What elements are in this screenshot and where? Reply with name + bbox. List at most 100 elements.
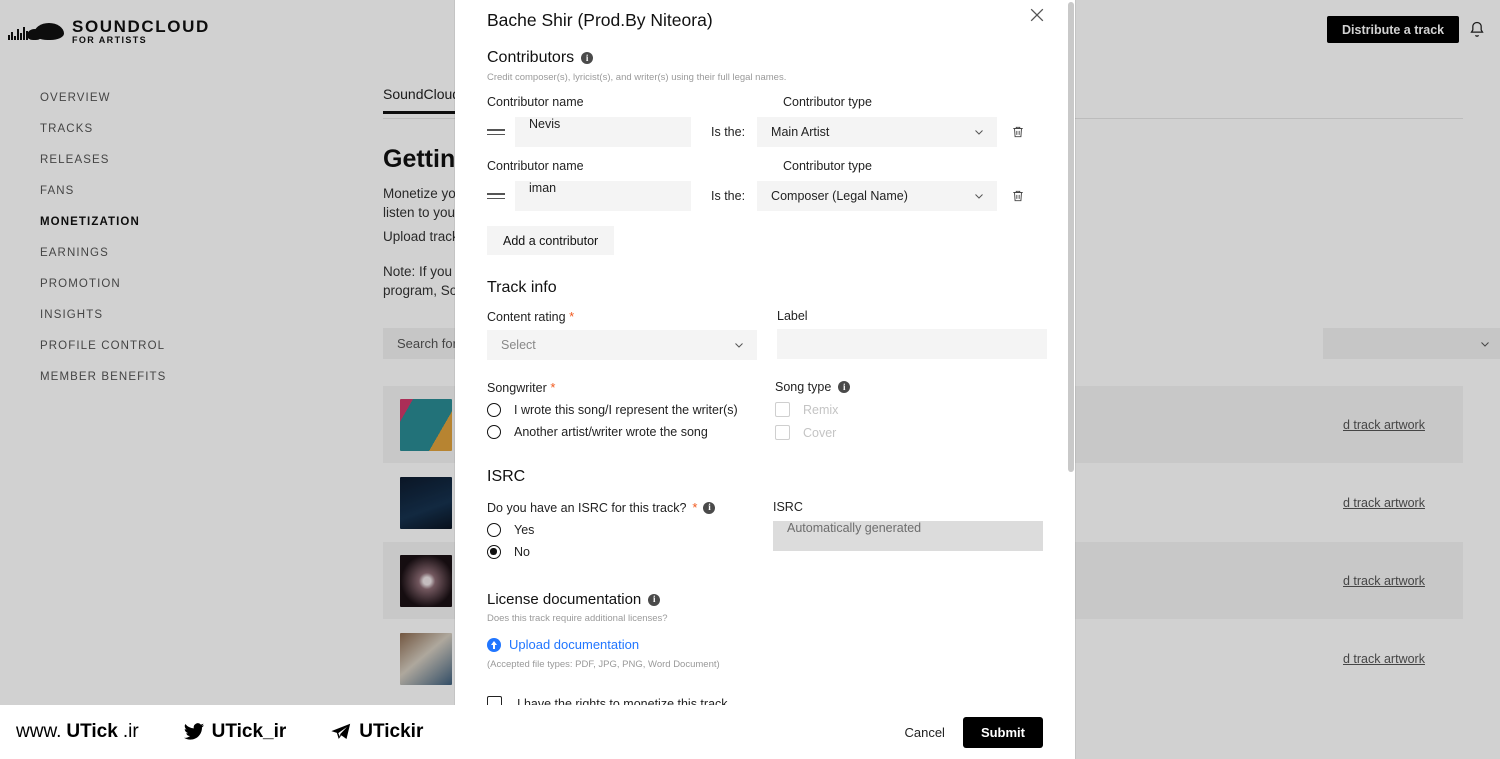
radio-button[interactable]: [487, 523, 501, 537]
info-icon[interactable]: i: [703, 501, 716, 514]
radio-button[interactable]: [487, 403, 501, 417]
rights-checkbox-row[interactable]: I have the rights to monetize this track: [487, 696, 1043, 705]
watermark-twitter-handle: UTick_ir: [211, 721, 287, 742]
isrc-field-label: ISRC: [773, 500, 803, 514]
checkbox[interactable]: [775, 425, 790, 440]
watermark-site-prefix: www.: [16, 721, 62, 742]
isrc-option-yes-label: Yes: [514, 523, 535, 537]
add-a-contributor-button[interactable]: Add a contributor: [487, 226, 615, 255]
cancel-button[interactable]: Cancel: [904, 725, 944, 740]
songwriter-group: Songwriter * I wrote this song/I represe…: [487, 380, 755, 440]
checkbox[interactable]: [775, 402, 790, 417]
upload-documentation-link[interactable]: Upload documentation: [487, 637, 1043, 652]
label-input[interactable]: [777, 329, 1047, 359]
close-icon[interactable]: [1027, 5, 1047, 25]
contributor-type-select[interactable]: Composer (Legal Name): [757, 181, 998, 211]
contributors-subtitle: Credit composer(s), lyricist(s), and wri…: [487, 72, 787, 83]
required-marker: *: [546, 380, 556, 395]
content-rating-label: Content rating *: [487, 309, 575, 324]
contributor-type-value: Composer (Legal Name): [771, 189, 908, 203]
watermark-site-suffix: .ir: [122, 721, 139, 742]
license-heading: License documentation: [487, 591, 642, 608]
content-rating-group: Content rating * Select: [487, 309, 757, 360]
is-the-label: Is the:: [711, 125, 746, 139]
watermark-telegram: UTickir: [328, 721, 423, 743]
upload-icon: [487, 637, 501, 652]
songwriter-label: Songwriter *: [487, 380, 556, 395]
content-rating-value: Select: [501, 338, 536, 352]
required-marker: *: [692, 500, 698, 515]
info-icon[interactable]: i: [648, 593, 661, 606]
contributor-type-label: Contributor type: [783, 159, 872, 173]
isrc-option-yes[interactable]: Yes: [487, 523, 753, 537]
songwriter-option-label: Another artist/writer wrote the song: [514, 425, 708, 439]
modal-title: Bache Shir (Prod.By Niteora): [487, 10, 713, 30]
modal-body: Bache Shir (Prod.By Niteora) Contributor…: [455, 0, 1075, 705]
modal-footer: Cancel Submit: [455, 705, 1075, 759]
submit-button[interactable]: Submit: [962, 716, 1043, 748]
song-type-label-row: Song type i: [775, 380, 1043, 394]
contributor-type-value: Main Artist: [771, 125, 830, 139]
monetization-modal: Bache Shir (Prod.By Niteora) Contributor…: [455, 0, 1075, 759]
is-the-label: Is the:: [711, 189, 746, 203]
info-icon[interactable]: i: [838, 381, 851, 393]
isrc-question-group: Do you have an ISRC for this track? * i Y…: [487, 500, 753, 559]
checkbox[interactable]: [487, 696, 502, 705]
contributor-row: Nevis Is the: Main Artist: [487, 117, 1043, 147]
contributors-heading-row: Contributors i: [487, 49, 1043, 67]
label-group: Label: [777, 309, 1047, 360]
track-info-heading: Track info: [487, 279, 557, 296]
contributor-type-label: Contributor type: [783, 95, 872, 109]
upload-documentation-label: Upload documentation: [509, 637, 640, 652]
song-type-group: Song type i Remix Cover: [775, 380, 1043, 440]
watermark-twitter: UTick_ir: [181, 721, 287, 743]
watermark-website: www. UTick .ir: [16, 721, 139, 743]
accepted-file-types: (Accepted file types: PDF, JPG, PNG, Wor…: [487, 659, 720, 670]
isrc-field-group: ISRC Automatically generated: [773, 500, 1043, 559]
contributor-type-select[interactable]: Main Artist: [757, 117, 998, 147]
watermark-telegram-handle: UTickir: [359, 721, 424, 742]
isrc-input[interactable]: Automatically generated: [773, 521, 1043, 551]
isrc-question: Do you have an ISRC for this track?: [487, 500, 687, 515]
song-type-label: Song type: [775, 380, 832, 394]
isrc-question-row: Do you have an ISRC for this track? * i: [487, 500, 753, 515]
twitter-icon: [183, 723, 204, 740]
songwriter-option-label: I wrote this song/I represent the writer…: [514, 403, 738, 417]
chevron-down-icon: [975, 194, 983, 199]
isrc-option-no-label: No: [514, 545, 530, 559]
contributor-row: iman Is the: Composer (Legal Name): [487, 181, 1043, 211]
license-subtitle: Does this track require additional licen…: [487, 613, 668, 624]
song-type-cover[interactable]: Cover: [775, 425, 1043, 440]
required-marker: *: [565, 309, 575, 324]
song-type-remix-label: Remix: [803, 402, 839, 417]
contributors-heading: Contributors: [487, 49, 575, 66]
app-root: SOUNDCLOUD FOR ARTISTS OVERVIEW TRACKS R…: [0, 0, 1500, 759]
label-field-label: Label: [777, 309, 808, 323]
rights-checkbox-label: I have the rights to monetize this track: [517, 696, 728, 706]
drag-handle-icon[interactable]: [487, 190, 505, 202]
chevron-down-icon: [975, 130, 983, 135]
contributor-name-label: Contributor name: [487, 95, 584, 109]
delete-contributor-icon[interactable]: [1011, 124, 1025, 140]
song-type-cover-label: Cover: [803, 425, 837, 440]
contributor-name-label: Contributor name: [487, 159, 584, 173]
info-icon[interactable]: i: [581, 52, 594, 64]
watermark-site-bold: UTick: [66, 721, 118, 742]
watermark-bar: www. UTick .ir UTick_ir UTickir: [0, 705, 455, 759]
modal-scrollbar[interactable]: [1068, 2, 1074, 472]
contributor-name-input[interactable]: iman: [515, 181, 691, 211]
radio-button[interactable]: [487, 545, 501, 559]
content-rating-select[interactable]: Select: [487, 330, 757, 360]
isrc-option-no[interactable]: No: [487, 545, 753, 559]
songwriter-option-wrote[interactable]: I wrote this song/I represent the writer…: [487, 403, 755, 417]
songwriter-option-another[interactable]: Another artist/writer wrote the song: [487, 425, 755, 439]
delete-contributor-icon[interactable]: [1011, 188, 1025, 204]
chevron-down-icon: [735, 343, 743, 348]
isrc-heading: ISRC: [487, 468, 526, 485]
song-type-remix[interactable]: Remix: [775, 402, 1043, 417]
drag-handle-icon[interactable]: [487, 126, 505, 138]
license-heading-row: License documentation i: [487, 591, 1043, 608]
radio-button[interactable]: [487, 425, 501, 439]
telegram-icon: [331, 723, 351, 740]
contributor-name-input[interactable]: Nevis: [515, 117, 691, 147]
